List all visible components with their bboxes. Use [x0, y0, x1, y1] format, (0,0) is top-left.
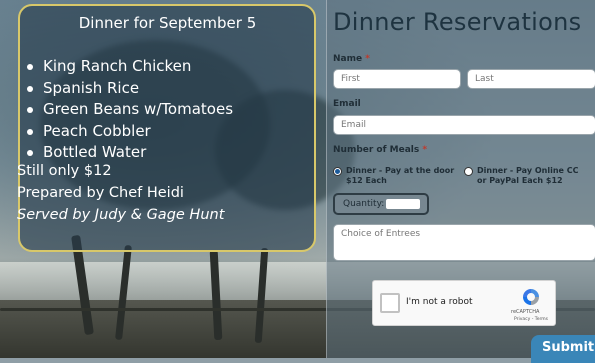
radio-pay-at-door[interactable]	[333, 167, 342, 176]
recaptcha-label: I'm not a robot	[406, 297, 473, 307]
option-pay-at-door-label: Dinner - Pay at the door $12 Each	[346, 166, 455, 185]
recaptcha-brand: reCAPTCHA	[511, 309, 540, 315]
last-name-input[interactable]: Last	[467, 69, 595, 89]
price-text: Still only $12	[17, 163, 112, 179]
recaptcha-icon	[523, 289, 539, 305]
menu-item: King Ranch Chicken	[22, 56, 233, 78]
reservation-form: Dinner Reservations Name * First Last Em…	[326, 0, 595, 363]
last-name-placeholder: Last	[475, 74, 494, 84]
chef-text: Prepared by Chef Heidi	[17, 185, 184, 201]
name-label: Name *	[333, 54, 370, 64]
menu-item: Peach Cobbler	[22, 121, 233, 143]
submit-button[interactable]: Submit	[531, 335, 595, 363]
email-placeholder: Email	[341, 120, 366, 130]
name-label-text: Name	[333, 54, 363, 64]
menu-item: Spanish Rice	[22, 78, 233, 100]
first-name-input[interactable]: First	[333, 69, 461, 89]
option-pay-online-label: Dinner - Pay Online CC or PayPal Each $1…	[477, 166, 579, 185]
quantity-field: Quantity:	[333, 193, 429, 215]
quantity-label: Quantity:	[343, 199, 385, 209]
radio-pay-online[interactable]	[464, 167, 473, 176]
first-name-placeholder: First	[341, 74, 360, 84]
required-mark: *	[422, 145, 428, 155]
quantity-input[interactable]	[386, 199, 420, 209]
menu-list: King Ranch Chicken Spanish Rice Green Be…	[22, 56, 233, 164]
menu-item: Bottled Water	[22, 142, 233, 164]
email-input[interactable]: Email	[333, 115, 595, 135]
form-title: Dinner Reservations	[333, 8, 582, 36]
meals-label-text: Number of Meals	[333, 145, 420, 155]
entrees-textarea[interactable]: Choice of Entrees	[333, 224, 595, 261]
email-label: Email	[333, 99, 361, 109]
served-by-text: Served by Judy & Gage Hunt	[17, 207, 225, 223]
recaptcha-checkbox[interactable]	[380, 293, 400, 313]
recaptcha-terms-link[interactable]: Privacy - Terms	[514, 317, 548, 322]
required-mark: *	[365, 54, 370, 64]
recaptcha-widget: I'm not a robot reCAPTCHA Privacy - Term…	[372, 280, 556, 326]
entrees-placeholder: Choice of Entrees	[341, 229, 421, 239]
meals-label: Number of Meals *	[333, 145, 427, 155]
menu-item: Green Beans w/Tomatoes	[22, 99, 233, 121]
menu-title: Dinner for September 5	[78, 14, 257, 32]
